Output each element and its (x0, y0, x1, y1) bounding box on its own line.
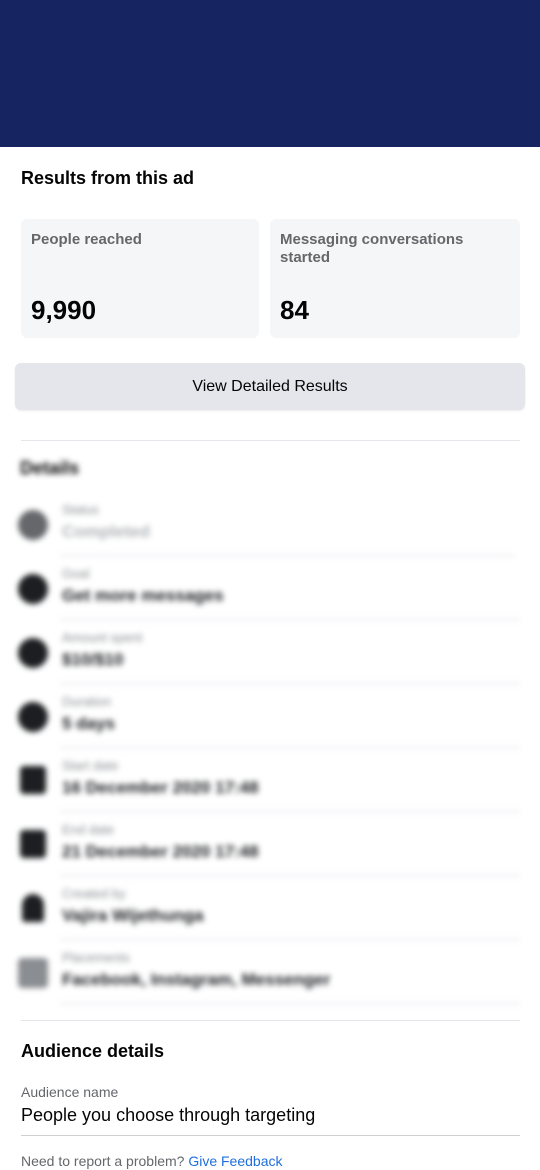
detail-row-start-date[interactable]: Start date 16 December 2020 17:48 (0, 748, 540, 812)
clock-icon (18, 702, 48, 732)
detail-value: $10/$10 (62, 650, 124, 669)
detail-row-end-date[interactable]: End date 21 December 2020 17:48 (0, 812, 540, 876)
detail-value: 16 December 2020 17:48 (62, 778, 259, 797)
detail-label: Start date (62, 758, 119, 773)
give-feedback-link[interactable]: Give Feedback (188, 1153, 282, 1169)
details-section: Details Status Completed Goal Get more m… (0, 448, 540, 1013)
feedback-text: Need to report a problem? (21, 1153, 185, 1169)
status-icon (18, 510, 48, 540)
calendar-icon (20, 766, 46, 794)
metric-label: People reached (31, 231, 142, 248)
feedback-line: Need to report a problem? Give Feedback (21, 1153, 283, 1169)
placements-icon (18, 958, 48, 988)
detail-row-goal[interactable]: Goal Get more messages (0, 556, 540, 620)
detail-label: Status (62, 502, 99, 517)
top-banner (0, 0, 540, 147)
detail-value: 21 December 2020 17:48 (62, 842, 259, 861)
chat-bubbles-icon (18, 574, 48, 604)
metric-label: Messaging conversations started (280, 231, 464, 266)
row-divider (60, 1003, 520, 1004)
details-title: Details (20, 458, 80, 478)
detail-row-status[interactable]: Status Completed (0, 492, 540, 556)
detail-label: Amount spent (62, 630, 143, 645)
audience-details-title: Audience details (21, 1041, 165, 1061)
results-title: Results from this ad (21, 168, 195, 188)
detail-value: Facebook, Instagram, Messenger (62, 970, 331, 989)
audience-divider (21, 1135, 520, 1136)
detail-value: 5 days (62, 714, 115, 733)
person-icon (22, 894, 44, 922)
detail-label: Goal (62, 566, 90, 581)
metric-card-messaging-conversations: Messaging conversations started 84 (270, 219, 520, 338)
view-detailed-results-button[interactable]: View Detailed Results (15, 363, 525, 410)
dollar-coin-icon (18, 638, 48, 668)
detail-row-created-by[interactable]: Created by Vajira Wijethunga (0, 876, 540, 940)
detail-label: Duration (62, 694, 112, 709)
detail-value: Vajira Wijethunga (62, 906, 204, 925)
detail-value: Get more messages (62, 586, 224, 605)
audience-name-value: People you choose through targeting (21, 1105, 316, 1125)
metric-value: 84 (280, 295, 309, 325)
detail-value: Completed (62, 522, 150, 541)
detail-label: Created by (62, 886, 126, 901)
audience-name-label: Audience name (21, 1084, 119, 1100)
section-divider (21, 1020, 520, 1021)
metric-value: 9,990 (31, 295, 97, 325)
detail-row-placements[interactable]: Placements Facebook, Instagram, Messenge… (0, 940, 540, 1004)
detail-label: Placements (62, 950, 130, 965)
section-divider (21, 440, 520, 441)
detail-row-duration[interactable]: Duration 5 days (0, 684, 540, 748)
metric-card-people-reached: People reached 9,990 (21, 219, 259, 338)
detail-label: End date (62, 822, 115, 837)
detail-row-amount-spent[interactable]: Amount spent $10/$10 (0, 620, 540, 684)
calendar-icon (20, 830, 46, 858)
